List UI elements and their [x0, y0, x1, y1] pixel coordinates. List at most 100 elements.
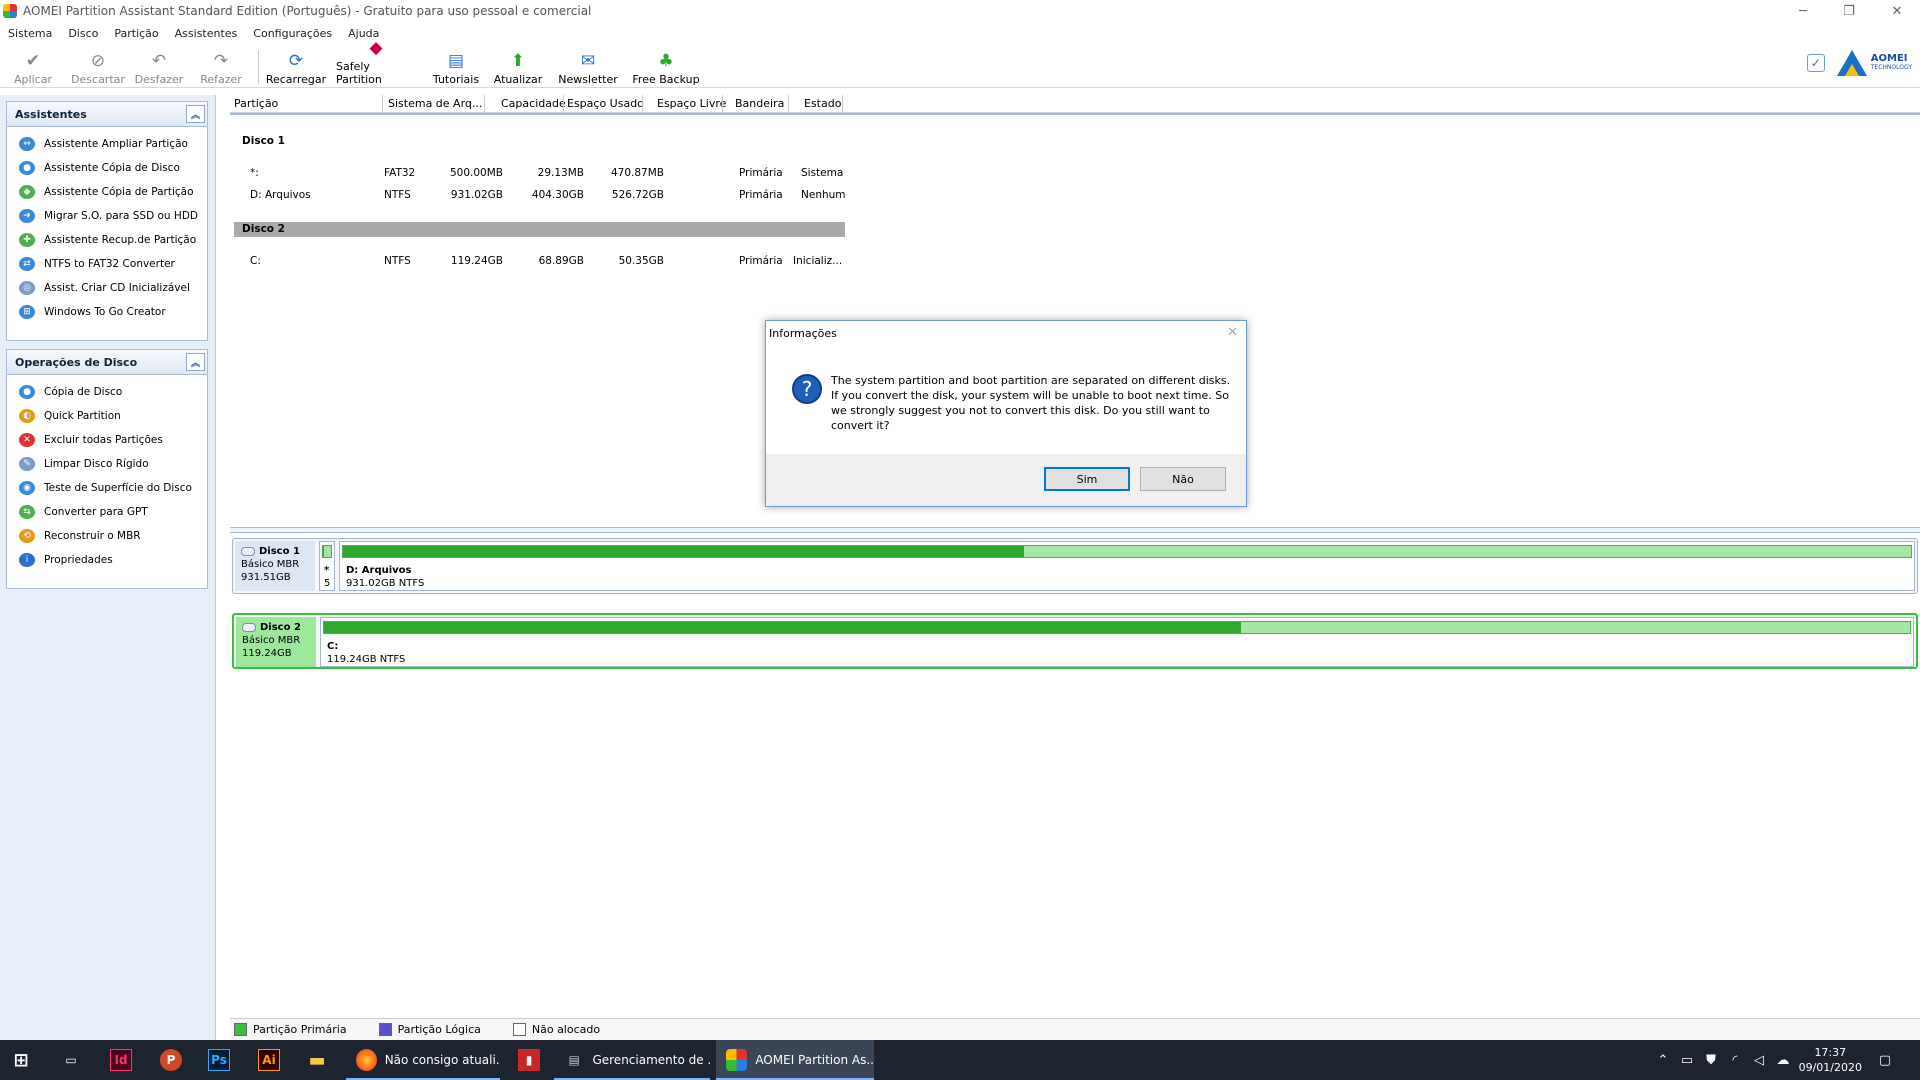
- update-button[interactable]: ⬆ Atualizar: [492, 46, 544, 86]
- partition-d-arquivos[interactable]: D: Arquivos 931.02GB NTFS: [339, 541, 1915, 591]
- sidebar-item-migrar[interactable]: ➜ Migrar S.O. para SSD ou HDD: [7, 204, 207, 228]
- clock[interactable]: 17:37 09/01/2020: [1799, 1045, 1862, 1075]
- wifi-icon[interactable]: ◜: [1724, 1040, 1746, 1080]
- sidebar-item-recup[interactable]: ✚ Assistente Recup.de Partição: [7, 228, 207, 252]
- disk1-header[interactable]: Disco 1: [234, 134, 845, 149]
- menu-sistema[interactable]: Sistema: [8, 27, 52, 40]
- windows-icon: ⊞: [13, 1049, 29, 1071]
- partition-copy-icon: ◆: [19, 185, 35, 199]
- taskbar-gerenciamento[interactable]: ▤ Gerenciamento de ...: [554, 1040, 710, 1080]
- discard-button[interactable]: ⊘ Descartar: [70, 46, 126, 86]
- table-row[interactable]: D: Arquivos NTFS 931.02GB 404.30GB 526.7…: [230, 188, 846, 204]
- recovery-icon: ✚: [19, 233, 35, 247]
- legend-logical: Partição Lógica: [378, 1023, 481, 1036]
- no-button[interactable]: Não: [1140, 467, 1226, 491]
- sidebar-item-propriedades[interactable]: i Propriedades: [7, 548, 207, 572]
- table-row[interactable]: C: NTFS 119.24GB 68.89GB 50.35GB Primári…: [230, 254, 845, 270]
- undo-button[interactable]: ↶ Desfazer: [134, 46, 184, 86]
- powerpoint-button[interactable]: P: [160, 1040, 186, 1080]
- wizards-title: Assistentes: [15, 107, 87, 121]
- extend-icon: ⇔: [19, 137, 35, 151]
- diskmap-disk2[interactable]: Disco 2 Básico MBR 119.24GB C: 119.24GB N…: [232, 613, 1918, 669]
- unalloc-swatch: [512, 1023, 526, 1036]
- sidebar-item-teste[interactable]: ◉ Teste de Superfície do Disco: [7, 476, 207, 500]
- tray-chevron-icon[interactable]: ⌃: [1652, 1040, 1674, 1080]
- menu-assistentes[interactable]: Assistentes: [175, 27, 238, 40]
- menu-particao[interactable]: Partição: [114, 27, 158, 40]
- sidebar-item-ampliar[interactable]: ⇔ Assistente Ampliar Partição: [7, 132, 207, 156]
- task-view-button[interactable]: ▭: [60, 1040, 86, 1080]
- disk-operations-title: Operações de Disco: [15, 355, 138, 369]
- sidebar: Assistentes ︽ ⇔ Assistente Ampliar Partiçã…: [0, 95, 216, 1040]
- app-icon: [3, 4, 17, 18]
- tool-icon: ▮: [518, 1049, 540, 1071]
- quick-partition-icon: ◐: [19, 409, 35, 423]
- close-button[interactable]: ✕: [1874, 0, 1920, 22]
- redo-button[interactable]: ↷ Refazer: [198, 46, 244, 86]
- menu-disco[interactable]: Disco: [68, 27, 98, 40]
- legend-primary: Partição Primária: [234, 1023, 347, 1036]
- safely-partition-button[interactable]: ◆ Safely Partition: [336, 38, 416, 86]
- minimize-button[interactable]: ─: [1780, 0, 1826, 22]
- reload-button[interactable]: ⟳ Recarregar: [266, 46, 326, 86]
- tool-button[interactable]: ▮: [518, 1040, 544, 1080]
- sidebar-item-copia-disco[interactable]: ● Assistente Cópia de Disco: [7, 156, 207, 180]
- photoshop-button[interactable]: Ps: [208, 1040, 234, 1080]
- toolbar: ✔ Aplicar ⊘ Descartar ↶ Desfazer ↷ Refaz…: [0, 38, 1920, 88]
- newsletter-button[interactable]: ✉ Newsletter: [558, 46, 618, 86]
- disk2-header[interactable]: Disco 2: [234, 222, 845, 237]
- yes-button[interactable]: Sim: [1044, 467, 1130, 491]
- collapse-icon[interactable]: ︽: [186, 353, 205, 371]
- sidebar-item-mbr[interactable]: ⟲ Reconstruir o MBR: [7, 524, 207, 548]
- taskbar-aomei[interactable]: AOMEI Partition As...: [716, 1040, 874, 1080]
- notification-icon[interactable]: ▢: [1872, 1040, 1898, 1080]
- col-bandeira[interactable]: Bandeira: [735, 97, 784, 110]
- menu-configuracoes[interactable]: Configurações: [253, 27, 332, 40]
- col-particao[interactable]: Partição: [234, 97, 278, 110]
- col-espaco-usado[interactable]: Espaço Usado: [567, 97, 644, 110]
- tutorials-button[interactable]: ▤ Tutoriais: [430, 46, 482, 86]
- taskbar-firefox[interactable]: Não consigo atuali...: [346, 1040, 500, 1080]
- diskmap-disk1[interactable]: Disco 1 Básico MBR 931.51GB * 5 D: Arqui…: [232, 538, 1918, 594]
- start-button[interactable]: ⊞: [10, 1040, 36, 1080]
- volume-icon[interactable]: ◁: [1748, 1040, 1770, 1080]
- battery-icon[interactable]: ▭: [1676, 1040, 1698, 1080]
- cloud-icon[interactable]: ☁: [1772, 1040, 1794, 1080]
- sidebar-item-windows-to-go[interactable]: ⊞ Windows To Go Creator: [7, 300, 207, 324]
- dialog-close-icon[interactable]: ✕: [1227, 325, 1238, 340]
- check-icon: ✔: [25, 51, 41, 71]
- sidebar-item-limpar[interactable]: ✎ Limpar Disco Rígido: [7, 452, 207, 476]
- discard-icon: ⊘: [90, 51, 106, 71]
- col-capacidade[interactable]: Capacidade: [501, 97, 566, 110]
- apply-button[interactable]: ✔ Aplicar: [12, 46, 54, 86]
- sidebar-item-excluir[interactable]: ✕ Excluir todas Partições: [7, 428, 207, 452]
- update-arrow-icon: ⬆: [510, 51, 526, 71]
- check-box-icon[interactable]: ✓: [1806, 54, 1825, 72]
- powerpoint-icon: P: [160, 1049, 182, 1071]
- newsletter-icon: ✉: [580, 51, 596, 71]
- partition-system-small[interactable]: * 5: [319, 541, 335, 591]
- sidebar-item-gpt[interactable]: ⇆ Converter para GPT: [7, 500, 207, 524]
- brand-sub: TECHNOLOGY: [1870, 64, 1912, 71]
- illustrator-button[interactable]: Ai: [258, 1040, 284, 1080]
- partition-c[interactable]: C: 119.24GB NTFS: [320, 617, 1914, 667]
- collapse-icon[interactable]: ︽: [186, 105, 205, 123]
- table-row[interactable]: *: FAT32 500.00MB 29.13MB 470.87MB Primá…: [230, 166, 845, 182]
- indesign-icon: Id: [110, 1049, 132, 1071]
- disk1-label: Disco 1 Básico MBR 931.51GB: [235, 541, 315, 591]
- col-estado[interactable]: Estado: [804, 97, 841, 110]
- restore-button[interactable]: ❐: [1826, 0, 1872, 22]
- col-sistema[interactable]: Sistema de Arq...: [388, 97, 482, 110]
- file-explorer-button[interactable]: ▬: [306, 1040, 332, 1080]
- antivirus-icon[interactable]: ⛊: [1700, 1040, 1722, 1080]
- indesign-button[interactable]: Id: [110, 1040, 136, 1080]
- disk-copy-icon: ●: [19, 161, 35, 175]
- sidebar-item-cd-boot[interactable]: ◎ Assist. Criar CD Inicializável: [7, 276, 207, 300]
- free-backup-button[interactable]: ♣ Free Backup: [632, 46, 700, 86]
- sidebar-item-copia-particao[interactable]: ◆ Assistente Cópia de Partição: [7, 180, 207, 204]
- sidebar-item-ntfs-fat32[interactable]: ⇄ NTFS to FAT32 Converter: [7, 252, 207, 276]
- pane-splitter[interactable]: [230, 527, 1920, 533]
- col-espaco-livre[interactable]: Espaço Livre: [657, 97, 726, 110]
- sidebar-item-quick-partition[interactable]: ◐ Quick Partition: [7, 404, 207, 428]
- sidebar-item-copia-de-disco[interactable]: ● Cópia de Disco: [7, 380, 207, 404]
